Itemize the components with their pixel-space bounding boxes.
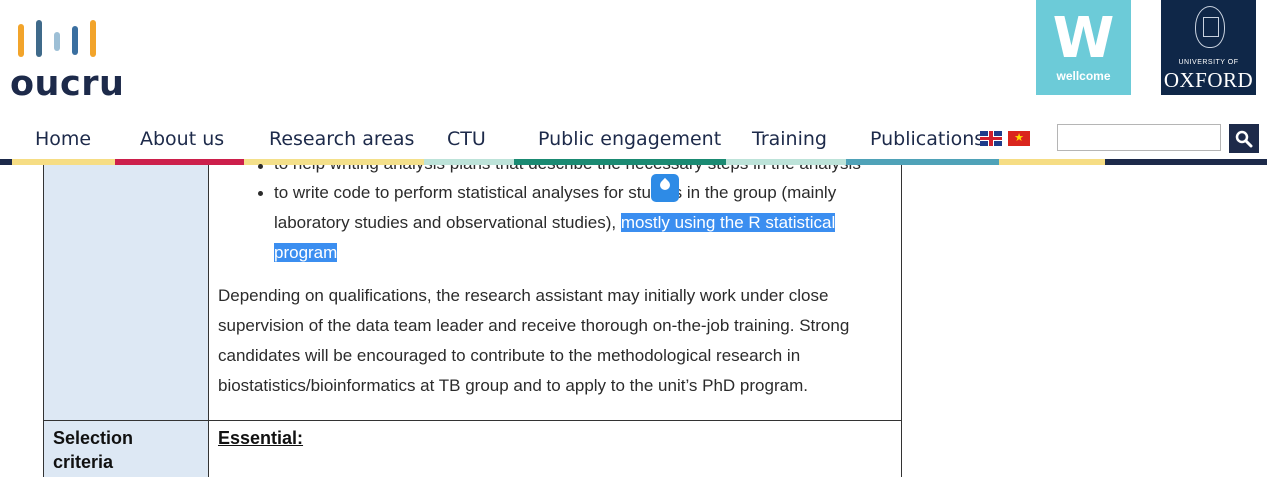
logo-wordmark: oucru [10, 64, 125, 104]
oxford-small-text: UNIVERSITY OF [1178, 59, 1239, 66]
search-button[interactable] [1229, 124, 1259, 153]
selection-criteria-label: Selection criteria [53, 426, 133, 474]
oucru-logo[interactable]: oucru [10, 18, 124, 104]
paragraph-line: biostatistics/bioinformatics at TB group… [218, 376, 808, 395]
main-nav: Home About us Research areas CTU Public … [0, 125, 1040, 159]
paragraph-line: Depending on qualifications, the researc… [218, 286, 829, 305]
nav-stripe [999, 159, 1105, 165]
oxford-crest-icon [1195, 6, 1225, 48]
selected-text[interactable]: program [274, 243, 338, 262]
paragraph-line: candidates will be encouraged to contrib… [218, 346, 801, 365]
wellcome-mark: W [1052, 6, 1115, 71]
wellcome-text: wellcome [1056, 69, 1111, 83]
criteria-label-line: criteria [53, 452, 114, 472]
drop-icon[interactable] [651, 174, 679, 202]
bullet-text-line: to write code to perform statistical ana… [274, 183, 837, 202]
nav-item-ctu[interactable]: CTU [447, 128, 486, 150]
bullet-text-line: program [274, 238, 338, 268]
paragraph-line: supervision of the data team leader and … [218, 316, 850, 335]
nav-item-home[interactable]: Home [35, 128, 91, 150]
search-icon [1235, 130, 1253, 148]
uk-flag-icon[interactable] [980, 131, 1002, 146]
nav-item-research-areas[interactable]: Research areas [269, 128, 414, 150]
wellcome-logo[interactable]: W wellcome [1036, 0, 1131, 95]
oxford-large-text: OXFORD [1163, 68, 1254, 92]
bullet-text-line: laboratory studies and observational stu… [274, 208, 836, 238]
logo-bar [90, 20, 96, 57]
vietnam-flag-icon[interactable]: ★ [1008, 131, 1030, 146]
nav-item-publications[interactable]: Publications [870, 128, 984, 150]
logo-bar [36, 20, 42, 57]
row-divider [44, 420, 901, 421]
nav-item-training[interactable]: Training [752, 128, 827, 150]
nav-item-public-engagement[interactable]: Public engagement [538, 128, 721, 150]
bullet-text-plain: laboratory studies and observational stu… [274, 213, 621, 232]
selected-text[interactable]: mostly using the R statistical [620, 213, 836, 232]
logo-bar [18, 24, 24, 57]
search-input[interactable] [1057, 124, 1221, 151]
nav-stripe [1105, 159, 1267, 165]
criteria-label-line: Selection [53, 428, 134, 448]
bullet-dot [258, 191, 263, 196]
nav-item-about-us[interactable]: About us [140, 128, 224, 150]
logo-bar [54, 32, 60, 51]
oxford-logo[interactable]: UNIVERSITY OF OXFORD [1161, 0, 1256, 95]
logo-bar [72, 26, 78, 55]
bullet-dot [258, 164, 263, 169]
essential-heading: Essential: [218, 428, 304, 448]
nav-stripe [0, 159, 12, 165]
